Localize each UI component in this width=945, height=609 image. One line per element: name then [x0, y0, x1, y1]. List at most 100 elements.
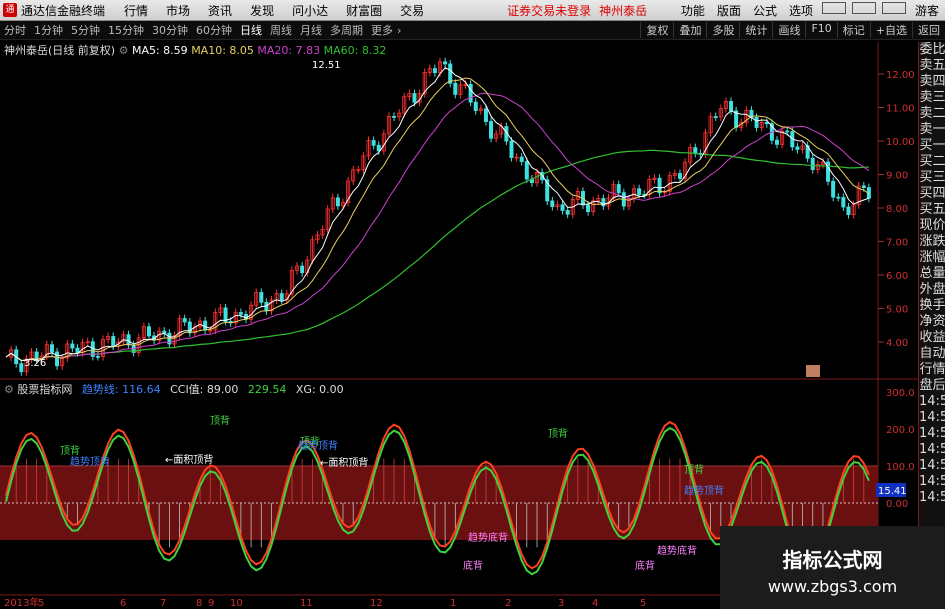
guest-user[interactable]: 游客: [909, 2, 945, 19]
sidebar-item[interactable]: 买一: [919, 138, 945, 154]
sidebar-item[interactable]: 外盘: [919, 282, 945, 298]
btn-overlay[interactable]: 叠加: [673, 22, 706, 38]
date-tick-label: 1: [450, 598, 456, 609]
btn-adjust[interactable]: 复权: [640, 22, 673, 38]
minimize-icon[interactable]: [821, 1, 846, 14]
sidebar-item[interactable]: 买四: [919, 186, 945, 202]
btn-back[interactable]: 返回: [912, 22, 945, 38]
menu-formula[interactable]: 公式: [747, 2, 783, 19]
sidebar-item[interactable]: 卖四: [919, 74, 945, 90]
maximize-icon[interactable]: [851, 1, 876, 14]
date-tick-label: 2013年: [4, 596, 39, 609]
sidebar-item[interactable]: 卖五: [919, 58, 945, 74]
menu-item-trade[interactable]: 交易: [391, 2, 433, 19]
sidebar-item[interactable]: 买五: [919, 202, 945, 218]
candle-body: [412, 93, 417, 103]
btn-multi-stock[interactable]: 多股: [706, 22, 739, 38]
period-15min[interactable]: 15分钟: [104, 22, 148, 38]
sidebar-item[interactable]: 涨跌: [919, 234, 945, 250]
candle-body: [810, 157, 815, 170]
sidebar-item[interactable]: 自动: [919, 346, 945, 362]
login-notice[interactable]: 证券交易未登录: [503, 2, 595, 19]
ma20-label: MA20: 7.83: [257, 44, 321, 57]
sidebar-item[interactable]: 14:50: [919, 426, 945, 442]
indicator-name[interactable]: 股票指标网: [17, 383, 72, 396]
date-tick-label: 5: [38, 598, 44, 609]
sidebar-item[interactable]: 14:50: [919, 410, 945, 426]
sidebar-item[interactable]: 换手: [919, 298, 945, 314]
candle-body: [300, 265, 305, 274]
divergence-label: 趋势顶背: [298, 439, 338, 452]
candle-body: [75, 347, 80, 354]
sidebar-item[interactable]: 委比: [919, 42, 945, 58]
chevron-right-icon[interactable]: ›: [397, 24, 401, 37]
settings-gear-icon[interactable]: ⚙: [119, 44, 129, 57]
period-30min[interactable]: 30分钟: [148, 22, 192, 38]
indicator-gear-icon[interactable]: ⚙: [4, 383, 14, 396]
date-tick-label: 11: [300, 598, 313, 609]
event-marker: [806, 365, 820, 377]
period-daily[interactable]: 日线: [236, 22, 266, 38]
sidebar-item[interactable]: 涨幅: [919, 250, 945, 266]
trend-value-label: 趋势线: 116.64: [81, 383, 161, 396]
sidebar-item[interactable]: 盘后: [919, 378, 945, 394]
candle-body: [841, 197, 846, 208]
candle-body: [774, 139, 779, 145]
period-60min[interactable]: 60分钟: [192, 22, 236, 38]
sidebar-item[interactable]: 14:50: [919, 474, 945, 490]
sidebar-item[interactable]: 14:50: [919, 394, 945, 410]
menu-item-market[interactable]: 市场: [157, 2, 199, 19]
date-tick-label: 5: [640, 598, 646, 609]
candle-body: [187, 321, 192, 334]
sidebar-item[interactable]: 买二: [919, 154, 945, 170]
app-title: 通达信金融终端: [21, 3, 106, 18]
candle-body: [693, 147, 698, 154]
sidebar-item[interactable]: 14:50: [919, 490, 945, 506]
sidebar-item[interactable]: 14:50: [919, 442, 945, 458]
price-tick-label: 6.00: [886, 271, 908, 282]
divergence-label: 底背: [635, 559, 655, 572]
candle-body: [483, 108, 488, 122]
period-1min[interactable]: 1分钟: [30, 22, 67, 38]
sidebar-item[interactable]: 卖三: [919, 90, 945, 106]
kline-chart-area[interactable]: 12.0011.0010.009.008.007.006.005.004.00 …: [0, 42, 918, 609]
candle-body: [764, 122, 769, 125]
period-5min[interactable]: 5分钟: [67, 22, 104, 38]
menu-item-wealth[interactable]: 财富圈: [337, 2, 391, 19]
indicator-tick-label: 200.0: [886, 425, 915, 436]
sidebar-item[interactable]: 卖二: [919, 106, 945, 122]
menu-options[interactable]: 选项: [783, 2, 819, 19]
menu-item-ask[interactable]: 问小达: [283, 2, 337, 19]
menu-function[interactable]: 功能: [675, 2, 711, 19]
sidebar-item[interactable]: 收益: [919, 330, 945, 346]
candle-body: [713, 116, 718, 118]
btn-mark[interactable]: 标记: [836, 22, 870, 38]
menu-item-discover[interactable]: 发现: [241, 2, 283, 19]
candle-body: [795, 146, 800, 150]
candle-body: [586, 204, 591, 213]
menu-item-news[interactable]: 资讯: [199, 2, 241, 19]
close-icon[interactable]: [881, 1, 906, 14]
period-monthly[interactable]: 月线: [296, 22, 326, 38]
sidebar-item[interactable]: 买三: [919, 170, 945, 186]
sidebar-item[interactable]: 卖一: [919, 122, 945, 138]
candle-body: [637, 188, 642, 195]
menu-item-quotes[interactable]: 行情: [115, 2, 157, 19]
btn-f10[interactable]: F10: [805, 22, 836, 38]
sidebar-item[interactable]: 行情: [919, 362, 945, 378]
menu-layout[interactable]: 版面: [711, 2, 747, 19]
period-timeshare[interactable]: 分时: [0, 22, 30, 38]
divergence-label: ←面积顶背: [165, 453, 213, 466]
divergence-label: 趋势底背: [468, 531, 508, 544]
period-multi[interactable]: 多周期: [326, 22, 367, 38]
divergence-label: ←面积顶背: [320, 456, 368, 469]
sidebar-item[interactable]: 现价: [919, 218, 945, 234]
sidebar-item[interactable]: 净资: [919, 314, 945, 330]
btn-stats[interactable]: 统计: [739, 22, 772, 38]
period-more[interactable]: 更多: [367, 22, 397, 38]
sidebar-item[interactable]: 14:50: [919, 458, 945, 474]
btn-add-watchlist[interactable]: +自选: [869, 22, 912, 38]
period-weekly[interactable]: 周线: [266, 22, 296, 38]
btn-draw[interactable]: 画线: [772, 22, 805, 38]
sidebar-item[interactable]: 总量: [919, 266, 945, 282]
